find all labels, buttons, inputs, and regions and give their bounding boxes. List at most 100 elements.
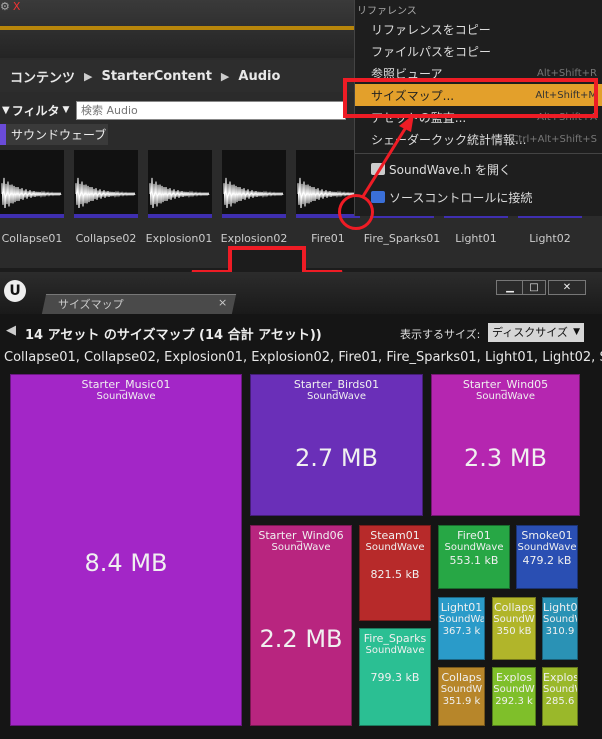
chip-label: サウンドウェーブ: [11, 128, 107, 142]
tile-size: 367.3 k: [442, 626, 481, 637]
menu-item-label: SoundWave.h を開く: [389, 162, 511, 177]
tile-type: SoundWave: [365, 645, 425, 656]
waveform-icon: [1, 177, 62, 208]
tile-size: 292.3 k: [495, 696, 533, 707]
tile-type: SoundWave: [439, 614, 484, 625]
type-filter-chip[interactable]: サウンドウェーブ: [0, 124, 108, 145]
waveform-icon: [223, 177, 284, 208]
top-icons: ⚙ X: [0, 0, 30, 14]
tile-name: Collaps: [494, 601, 534, 614]
dropdown-arrow-icon: ▼: [62, 105, 70, 115]
search-input[interactable]: [76, 100, 346, 120]
window-titlebar: U サイズマップ × ▁ □ ✕: [0, 272, 602, 314]
treemap-tile[interactable]: Starter_Music01 SoundWave 8.4 MB: [10, 374, 242, 726]
tile-type: SoundW: [543, 684, 577, 695]
tile-type: SoundWave: [476, 391, 535, 402]
treemap-tile[interactable]: Light01SoundWave367.3 k: [438, 597, 485, 660]
back-arrow-icon[interactable]: ◀: [6, 323, 16, 338]
treemap-tile[interactable]: Collaps SoundW 351.9 k: [438, 667, 485, 726]
asset-label[interactable]: Light02: [510, 232, 590, 245]
menu-section-header: リファレンス: [357, 6, 417, 17]
treemap-tile[interactable]: Collaps SoundW 350 kB: [492, 597, 536, 660]
size-mode-label: 表示するサイズ:: [400, 328, 481, 341]
tile-name: Starter_Wind06: [258, 529, 344, 542]
unreal-logo-icon: U: [4, 280, 26, 302]
size-mode-dropdown[interactable]: ディスクサイズ ▼: [488, 323, 584, 342]
size-map-window: U サイズマップ × ▁ □ ✕ ◀ 14 アセット のサイズマップ (14 合…: [0, 272, 602, 739]
treemap-tile[interactable]: Starter_Wind05 SoundWave 2.3 MB: [431, 374, 580, 516]
breadcrumb-item-startercontent[interactable]: StarterContent: [101, 69, 211, 84]
tile-name: Explos: [496, 671, 532, 684]
tab-close-icon[interactable]: ×: [218, 296, 227, 309]
treemap-tile[interactable]: Fire_Sparks SoundWave 799.3 kB: [359, 628, 431, 726]
filter-icon: ▼: [2, 104, 10, 116]
tile-type: SoundW: [493, 614, 535, 625]
menu-item-label: ファイルパスをコピー: [371, 44, 492, 59]
tile-name: Starter_Birds01: [293, 378, 380, 391]
breadcrumb-item-content[interactable]: コンテンツ: [10, 67, 75, 86]
filter-label: フィルタ: [11, 103, 60, 118]
asset-thumbnail[interactable]: [148, 150, 212, 218]
treemap-tile[interactable]: Starter_Birds01 SoundWave 2.7 MB: [250, 374, 423, 516]
tile-type: SoundWave: [271, 542, 331, 553]
menu-item-shader-cook-stats[interactable]: シェーダークック統計情報... Ctrl+Alt+Shift+S: [355, 128, 602, 150]
asset-thumbnail[interactable]: [222, 150, 286, 218]
tile-type: SoundWave: [96, 391, 156, 402]
close-button[interactable]: ✕: [548, 280, 586, 295]
minimize-button[interactable]: ▁: [496, 280, 524, 295]
screenshot-root: { "content_browser": { "top_icons": {"ge…: [0, 0, 602, 739]
breadcrumb-item-audio[interactable]: Audio: [238, 69, 280, 84]
filter-button[interactable]: ▼ フィルタ ▼: [0, 102, 76, 119]
tile-name: Fire_Sparks: [363, 632, 427, 645]
tile-type: SoundWave: [307, 391, 366, 402]
treemap-tile[interactable]: Explos SoundW 292.3 k: [492, 667, 536, 726]
asset-label[interactable]: Fire_Sparks01: [362, 232, 442, 245]
menu-divider: [355, 153, 602, 154]
waveform-icon: [75, 177, 136, 208]
tile-type: SoundW: [440, 684, 483, 695]
chip-color-bar: [0, 124, 6, 145]
tile-type: SoundW: [493, 684, 535, 695]
menu-item-open-header[interactable]: SoundWave.h を開く: [355, 158, 602, 180]
tile-type: SoundWave: [517, 542, 577, 553]
tile-type: SoundW: [543, 614, 577, 625]
maximize-button[interactable]: □: [522, 280, 546, 295]
tile-size: 285.6: [545, 696, 575, 707]
menu-item-connect-source-control[interactable]: ソースコントロールに接続: [355, 186, 602, 208]
tile-name: Light0: [543, 601, 578, 614]
source-control-icon: [371, 191, 385, 203]
asset-thumbnail[interactable]: [0, 150, 64, 218]
tile-size: 821.5 kB: [370, 568, 420, 581]
tile-name: Collaps: [441, 671, 482, 684]
size-mode-value: ディスクサイズ: [492, 326, 568, 339]
annotation-circle: [338, 194, 374, 230]
asset-label[interactable]: Collapse02: [66, 232, 146, 245]
tile-size: 479.2 kB: [522, 554, 572, 567]
chevron-down-icon: ▼: [573, 327, 580, 337]
close-icon[interactable]: X: [13, 0, 21, 13]
treemap-tile[interactable]: Steam01 SoundWave 821.5 kB: [359, 525, 431, 621]
gear-icon[interactable]: ⚙: [0, 0, 10, 13]
tile-name: Starter_Wind05: [462, 378, 549, 391]
asset-thumbnail[interactable]: [74, 150, 138, 218]
treemap-tile[interactable]: ExplosSoundW285.6: [542, 667, 578, 726]
menu-item-label: ソースコントロールに接続: [389, 190, 533, 205]
tile-name: Explos: [543, 671, 578, 684]
chevron-right-icon: ▶: [220, 69, 230, 83]
tile-size: 2.7 MB: [295, 444, 378, 472]
menu-item-copy-file-path[interactable]: ファイルパスをコピー: [355, 40, 602, 62]
tab-label: サイズマップ: [58, 298, 124, 311]
menu-item-copy-reference[interactable]: リファレンスをコピー: [355, 18, 602, 40]
treemap-tile[interactable]: Smoke01 SoundWave 479.2 kB: [516, 525, 578, 589]
tile-name: Steam01: [370, 529, 420, 542]
treemap-tile[interactable]: Light0SoundW310.9: [542, 597, 578, 660]
asset-label[interactable]: Collapse01: [0, 232, 72, 245]
page-title: 14 アセット のサイズマップ (14 合計 アセット)): [25, 328, 322, 343]
annotation-highlight-box: [343, 78, 598, 118]
menu-item-shortcut: Alt+Shift+R: [537, 67, 597, 79]
tile-name: Fire01: [457, 529, 491, 542]
treemap-tile[interactable]: Starter_Wind06 SoundWave 2.2 MB: [250, 525, 352, 726]
menu-item-shortcut: Ctrl+Alt+Shift+S: [511, 133, 597, 145]
asset-label[interactable]: Light01: [436, 232, 516, 245]
treemap-tile[interactable]: Fire01 SoundWave 553.1 kB: [438, 525, 510, 589]
